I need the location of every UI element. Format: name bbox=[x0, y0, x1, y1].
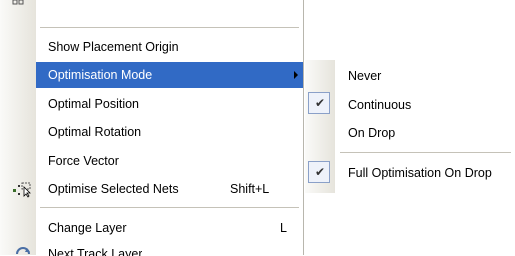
menu-item-force-vector[interactable]: Force Vector bbox=[36, 148, 303, 174]
menu-item-change-layer[interactable]: Change Layer L bbox=[36, 215, 303, 241]
menu-item-label: Optimisation Mode bbox=[48, 68, 153, 82]
menu-item-optimise-selected-nets[interactable]: Optimise Selected Nets Shift+L bbox=[36, 176, 303, 202]
menu-item-shortcut: L bbox=[280, 221, 287, 235]
optimisation-mode-submenu: Never Continuous On Drop Full Optimisati… bbox=[335, 60, 515, 193]
menu-item-label: Change Layer bbox=[48, 221, 127, 235]
context-menu: Show Placement Origin Optimisation Mode … bbox=[36, 0, 304, 255]
menu-item-next-track-layer[interactable]: Next Track Layer bbox=[48, 244, 142, 256]
submenu-item-label: On Drop bbox=[348, 126, 396, 140]
menu-item-optimal-rotation[interactable]: Optimal Rotation bbox=[36, 119, 303, 145]
submenu-item-label: Continuous bbox=[348, 98, 412, 112]
component-icon bbox=[12, 0, 24, 5]
next-layer-icon bbox=[16, 247, 30, 255]
submenu-item-label: Never bbox=[348, 69, 382, 83]
menu-item-label: Force Vector bbox=[48, 154, 119, 168]
submenu-arrow-icon bbox=[294, 71, 298, 79]
submenu-item-never[interactable]: Never bbox=[335, 62, 515, 90]
menu-item-label: Optimal Rotation bbox=[48, 125, 142, 139]
menu-separator bbox=[40, 27, 299, 28]
submenu-item-full-optimisation-on-drop[interactable]: Full Optimisation On Drop bbox=[335, 159, 515, 187]
menu-item-label: Optimise Selected Nets bbox=[48, 182, 179, 196]
menu-item-optimisation-mode[interactable]: Optimisation Mode bbox=[36, 62, 303, 88]
optimise-nets-icon bbox=[13, 182, 31, 198]
submenu-item-label: Full Optimisation On Drop bbox=[348, 166, 492, 180]
menu-item-show-placement-origin[interactable]: Show Placement Origin bbox=[36, 34, 303, 60]
menu-gutter bbox=[0, 0, 36, 255]
menu-item-shortcut: Shift+L bbox=[230, 182, 270, 196]
menu-item-label: Show Placement Origin bbox=[48, 40, 179, 54]
menu-item-optimal-position[interactable]: Optimal Position bbox=[36, 91, 303, 117]
checkmark-icon: ✔ bbox=[314, 96, 326, 110]
submenu-separator bbox=[340, 152, 511, 153]
submenu-item-on-drop[interactable]: On Drop bbox=[335, 119, 515, 147]
menu-item-label: Optimal Position bbox=[48, 97, 140, 111]
menu-separator bbox=[40, 207, 299, 208]
submenu-item-continuous[interactable]: Continuous bbox=[335, 91, 515, 119]
checkmark-icon: ✔ bbox=[314, 165, 326, 179]
